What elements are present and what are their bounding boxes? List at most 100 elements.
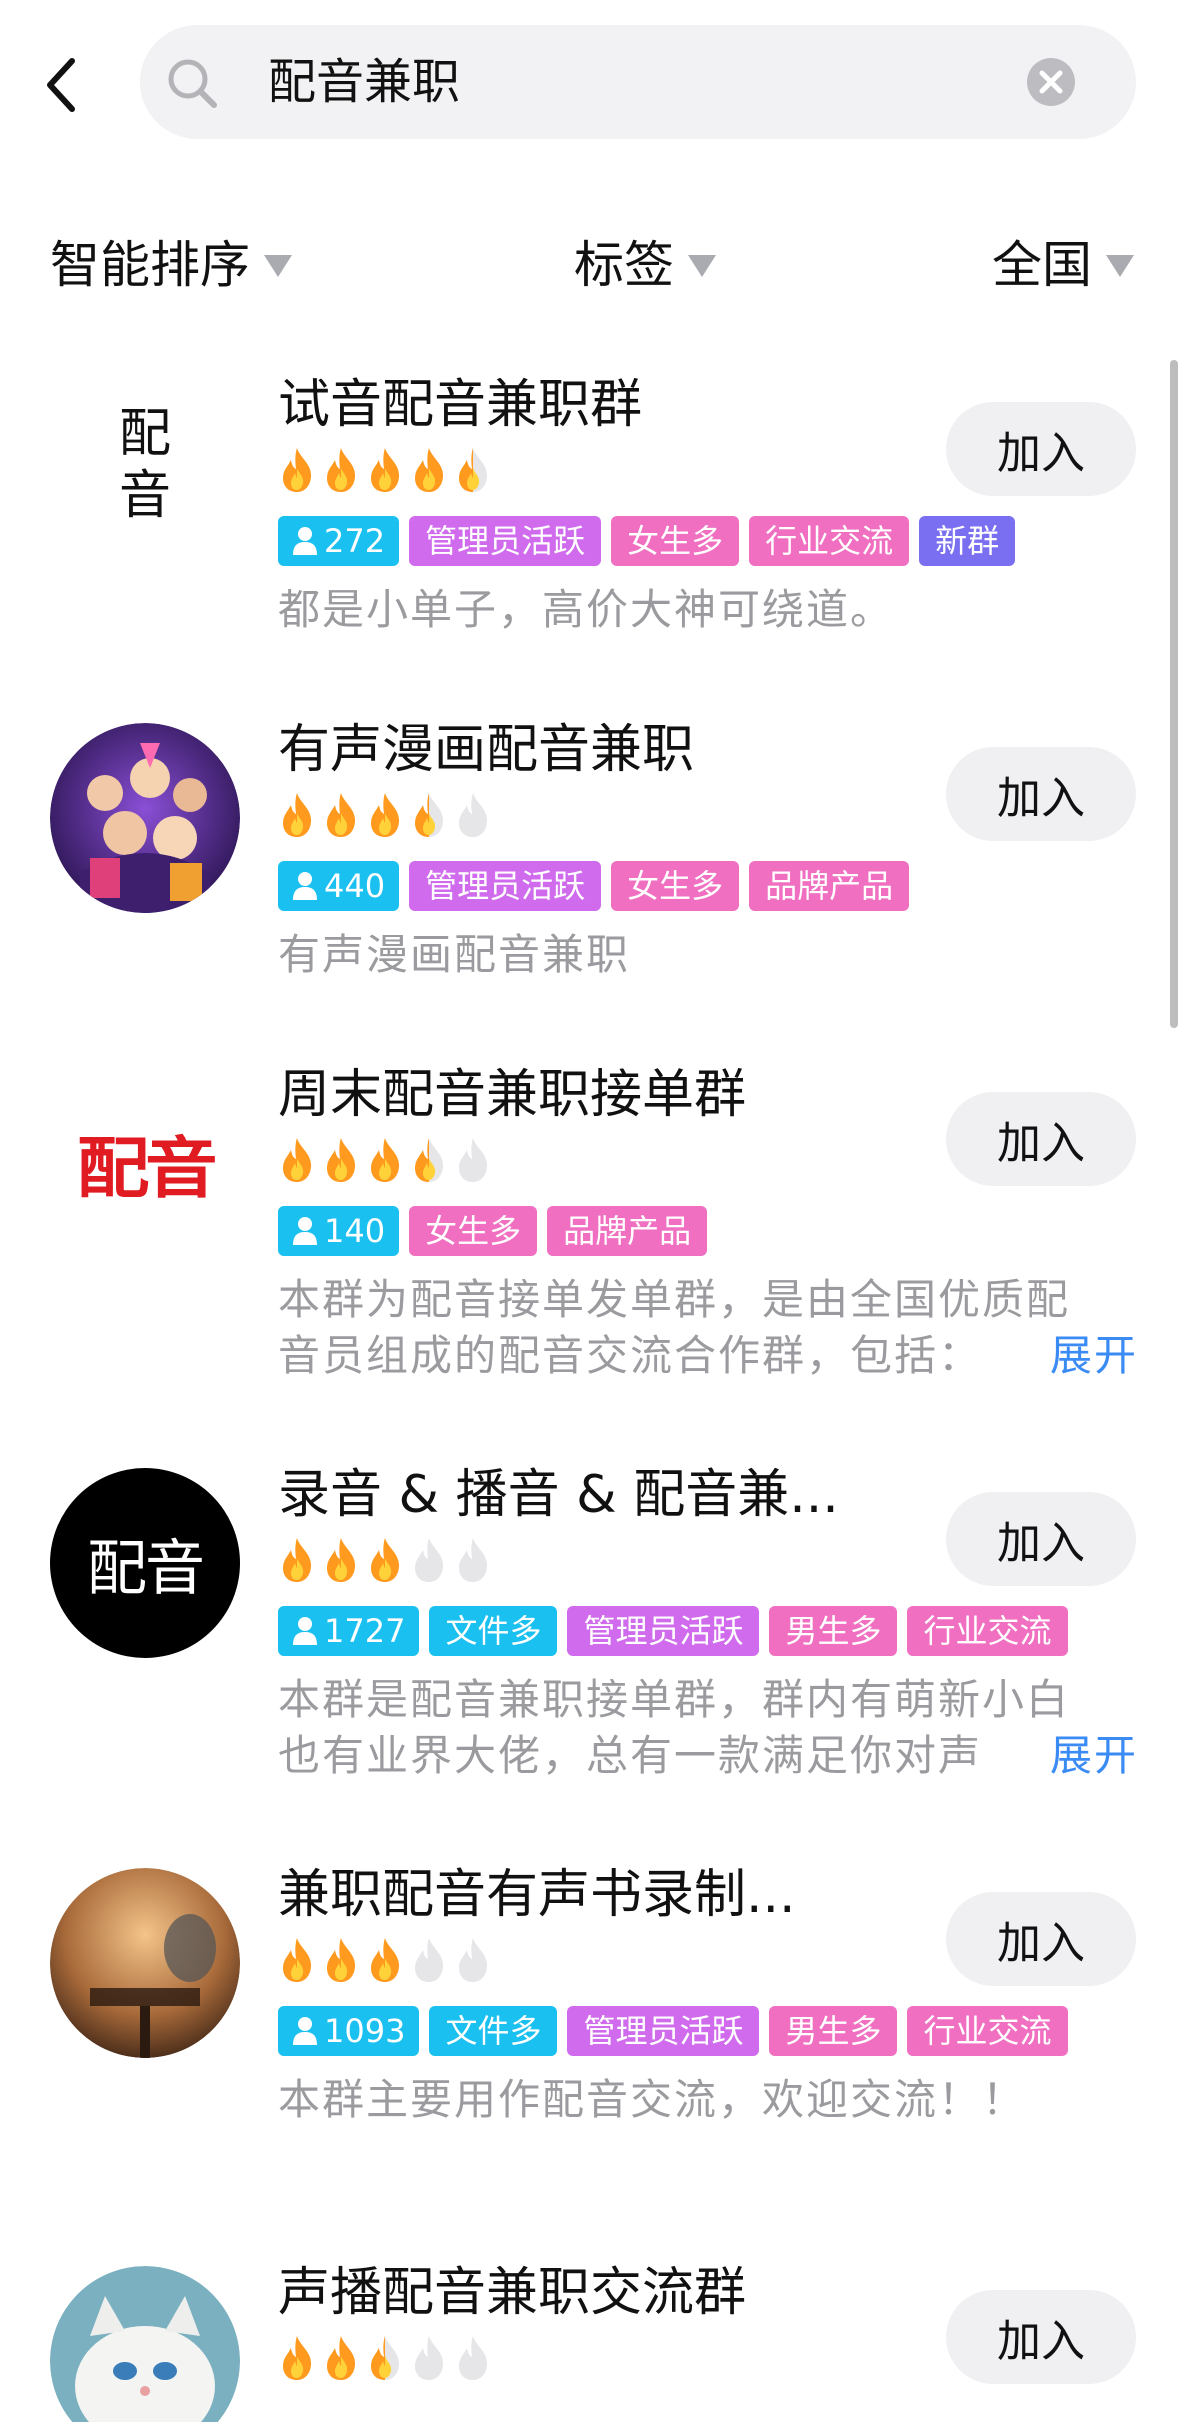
description-line: 本群主要用作配音交流，欢迎交流！！: [278, 2075, 1027, 2124]
member-count: 1727: [324, 1612, 406, 1650]
member-count: 440: [324, 867, 386, 905]
scrollbar[interactable]: [1170, 360, 1178, 1028]
flame-icon: [459, 1938, 488, 1982]
group-title: 声播配音兼职交流群: [278, 2263, 747, 2323]
tag-row: 1093 文件多 管理员活跃 男生多 行业交流: [278, 2006, 1068, 2056]
group-description: 本群主要用作配音交流，欢迎交流！！: [278, 2072, 1138, 2128]
member-count: 1093: [324, 2012, 406, 2050]
group-tag: 行业交流: [907, 2006, 1068, 2056]
caret-down-icon: [688, 255, 716, 277]
filter-bar: 智能排序 标签 全国: [0, 230, 1186, 300]
group-tag: 女生多: [611, 861, 740, 911]
group-tag: 男生多: [769, 2006, 898, 2056]
chevron-left-icon: [47, 58, 75, 112]
filter-tags[interactable]: 标签: [574, 230, 716, 300]
group-tag: 管理员活跃: [567, 1606, 760, 1656]
search-input[interactable]: 配音兼职: [268, 47, 460, 117]
expand-link[interactable]: 展开: [969, 1328, 1138, 1384]
member-count-badge: 1727: [278, 1606, 420, 1656]
member-count-badge: 440: [278, 861, 400, 911]
tag-row: 140 女生多 品牌产品: [278, 1206, 708, 1256]
group-tag: 管理员活跃: [409, 516, 602, 566]
flame-icon: [371, 1138, 400, 1182]
flame-icon: [283, 1938, 312, 1982]
join-button[interactable]: 加入: [946, 402, 1136, 496]
flame-icon: [459, 1138, 488, 1182]
join-button[interactable]: 加入: [946, 1892, 1136, 1986]
description-line: 也有业界大佬，总有一款满足你对声: [278, 1731, 983, 1780]
group-description: 本群是配音兼职接单群，群内有萌新小白 也有业界大佬，总有一款满足你对声 展开: [278, 1672, 1138, 1784]
filter-region[interactable]: 全国: [992, 230, 1134, 300]
logo-text: 配音: [87, 1533, 205, 1604]
search-bar[interactable]: 配音兼职: [140, 25, 1136, 139]
flame-icon: [415, 1138, 444, 1182]
group-title: 兼职配音有声书录制...: [278, 1865, 796, 1925]
join-button[interactable]: 加入: [946, 1092, 1136, 1186]
flame-icon: [327, 793, 356, 837]
flame-icon: [371, 1938, 400, 1982]
user-icon: [293, 1617, 317, 1645]
filter-sort[interactable]: 智能排序: [50, 230, 292, 300]
flame-icon: [283, 2336, 312, 2380]
flame-icon: [371, 1538, 400, 1582]
flame-icon: [459, 2336, 488, 2380]
join-button[interactable]: 加入: [946, 747, 1136, 841]
search-results-page: 配音兼职 智能排序 标签 全国 配音试音配音兼职群 272 管理员活跃 女生多 行业交流…: [0, 0, 1186, 2422]
group-tag: 行业交流: [749, 516, 910, 566]
logo-char: 音: [118, 466, 171, 526]
join-button[interactable]: 加入: [946, 2290, 1136, 2384]
group-title: 有声漫画配音兼职: [278, 720, 695, 780]
user-icon: [293, 1217, 317, 1245]
flame-icon: [415, 1538, 444, 1582]
flame-icon: [459, 793, 488, 837]
flame-icon: [415, 448, 444, 492]
filter-tags-label: 标签: [574, 236, 674, 294]
flame-icon: [327, 1138, 356, 1182]
group-tag: 管理员活跃: [409, 861, 602, 911]
expand-link[interactable]: 展开: [969, 1728, 1138, 1784]
flame-icon: [283, 793, 312, 837]
group-tag: 男生多: [769, 1606, 898, 1656]
flame-icon: [415, 1938, 444, 1982]
group-avatar[interactable]: [50, 1868, 240, 2058]
logo-text: 配音: [76, 1130, 218, 1207]
member-count-badge: 272: [278, 516, 400, 566]
member-count: 140: [324, 1212, 386, 1250]
search-icon: [168, 59, 217, 108]
group-tag: 品牌产品: [749, 861, 910, 911]
description-line: 本群是配音兼职接单群，群内有萌新小白: [278, 1675, 1071, 1724]
group-tag: 行业交流: [907, 1606, 1068, 1656]
group-avatar[interactable]: [50, 2266, 240, 2422]
tag-row: 440 管理员活跃 女生多 品牌产品: [278, 861, 910, 911]
clear-icon[interactable]: [1026, 57, 1076, 107]
user-icon: [293, 2017, 317, 2045]
group-description: 有声漫画配音兼职: [278, 927, 1138, 983]
activity-rating: [278, 1936, 492, 1984]
flame-icon: [283, 448, 312, 492]
group-avatar[interactable]: 配音: [50, 1068, 240, 1258]
group-avatar[interactable]: 配音: [50, 370, 240, 560]
user-icon: [293, 527, 317, 555]
group-tag: 女生多: [611, 516, 740, 566]
flame-icon: [459, 1538, 488, 1582]
filter-region-label: 全国: [992, 236, 1092, 294]
join-button[interactable]: 加入: [946, 1492, 1136, 1586]
flame-icon: [371, 448, 400, 492]
tag-row: 272 管理员活跃 女生多 行业交流 新群: [278, 516, 1016, 566]
group-avatar[interactable]: 配音: [50, 1468, 240, 1658]
user-icon: [293, 872, 317, 900]
activity-rating: [278, 1536, 492, 1584]
back-button[interactable]: [40, 55, 84, 115]
activity-rating: [278, 791, 492, 839]
caret-down-icon: [1106, 255, 1134, 277]
flame-icon: [327, 1938, 356, 1982]
group-avatar[interactable]: [50, 723, 240, 913]
flame-icon: [327, 448, 356, 492]
filter-sort-label: 智能排序: [50, 236, 250, 294]
flame-icon: [415, 2336, 444, 2380]
activity-rating: [278, 446, 492, 494]
group-title: 录音 & 播音 & 配音兼...: [278, 1465, 839, 1525]
group-title: 试音配音兼职群: [278, 375, 643, 435]
member-count: 272: [324, 522, 386, 560]
tag-row: 1727 文件多 管理员活跃 男生多 行业交流: [278, 1606, 1068, 1656]
